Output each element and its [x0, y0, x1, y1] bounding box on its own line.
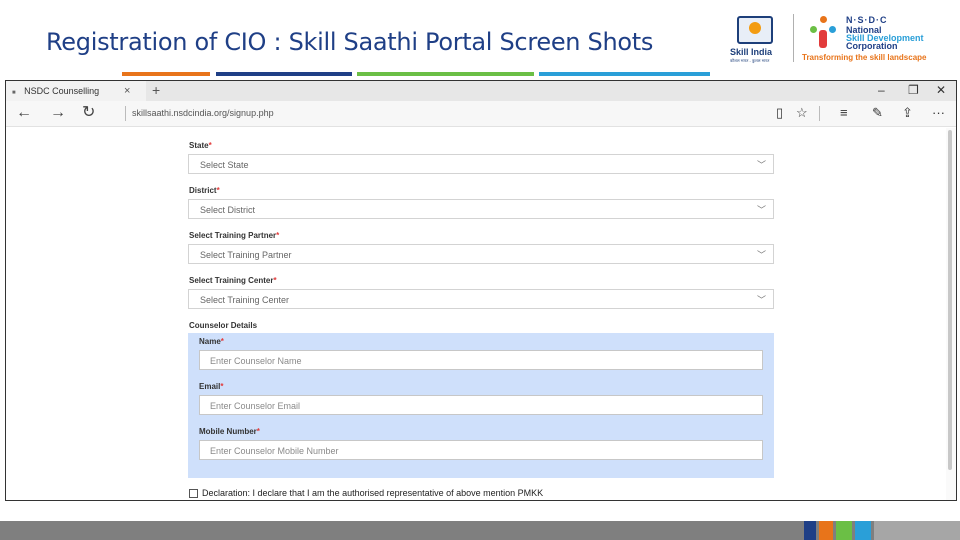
footer-square-blue: [855, 521, 871, 540]
state-label-text: State: [189, 141, 209, 150]
counselor-name-placeholder: Enter Counselor Name: [210, 356, 302, 366]
back-arrow-icon[interactable]: ←: [16, 104, 32, 122]
district-select-value: Select District: [200, 205, 256, 215]
chevron-down-icon: ﹀: [757, 205, 767, 215]
state-label: State*: [189, 141, 212, 150]
nsdc-brand: N·S·D·C: [846, 15, 888, 25]
state-select[interactable]: Select State ﹀: [188, 154, 774, 174]
slide-title: Registration of CIO : Skill Saathi Porta…: [46, 28, 654, 56]
browser-tab[interactable]: ■ NSDC Counselling ×: [6, 81, 146, 101]
footer-square-green: [836, 521, 852, 540]
email-label-text: Email: [199, 382, 221, 391]
new-tab-icon[interactable]: +: [152, 82, 160, 98]
district-label: District*: [189, 186, 220, 195]
email-label: Email*: [199, 382, 223, 391]
required-mark: *: [220, 337, 224, 346]
mobile-label: Mobile Number*: [199, 427, 260, 436]
chevron-down-icon: ﹀: [757, 160, 767, 170]
maximize-icon[interactable]: ❐: [908, 83, 919, 97]
reading-view-icon[interactable]: ▯: [776, 105, 783, 121]
footer-square-orange: [819, 521, 833, 540]
skill-india-logo: Skill India कौशल भारत - कुशल भारत: [728, 14, 786, 64]
skill-india-name: Skill India: [730, 47, 773, 57]
scrollbar-thumb[interactable]: [948, 130, 952, 470]
skill-india-tagline: कौशल भारत - कुशल भारत: [730, 58, 770, 63]
signup-page: State* Select State ﹀ District* Select D…: [6, 128, 956, 500]
accent-bar-blue: [539, 72, 710, 76]
accent-bar-green: [357, 72, 534, 76]
name-label: Name*: [199, 337, 224, 346]
declaration-checkbox[interactable]: [189, 489, 198, 498]
counselor-email-input[interactable]: Enter Counselor Email: [199, 395, 763, 415]
address-bar[interactable]: skillsaathi.nsdcindia.org/signup.php: [132, 108, 274, 118]
title-accent-bars: [0, 72, 960, 76]
district-label-text: District: [189, 186, 217, 195]
forward-arrow-icon[interactable]: →: [50, 104, 66, 122]
address-separator: [125, 106, 126, 121]
tab-close-icon[interactable]: ×: [124, 81, 130, 101]
required-mark: *: [276, 231, 280, 240]
tab-strip: ■ NSDC Counselling × + – ❐ ✕: [6, 81, 956, 101]
share-icon[interactable]: ⇪: [902, 105, 913, 121]
counselor-details-heading: Counselor Details: [189, 321, 258, 330]
footer-band: [0, 521, 960, 540]
training-partner-label-text: Select Training Partner: [189, 231, 277, 240]
footer-square-navy: [804, 521, 816, 540]
counselor-mobile-input[interactable]: Enter Counselor Mobile Number: [199, 440, 763, 460]
counselor-mobile-placeholder: Enter Counselor Mobile Number: [210, 446, 339, 456]
web-note-icon[interactable]: ✎: [872, 105, 883, 121]
navigation-bar: ← → ↻ skillsaathi.nsdcindia.org/signup.p…: [6, 101, 956, 127]
hub-icon[interactable]: ≡: [840, 105, 848, 121]
nsdc-tagline: Transforming the skill landscape: [802, 53, 927, 62]
required-mark: *: [256, 427, 260, 436]
training-partner-select[interactable]: Select Training Partner ﹀: [188, 244, 774, 264]
star-icon[interactable]: ☆: [796, 105, 808, 121]
tab-label: NSDC Counselling: [24, 86, 100, 96]
mobile-label-text: Mobile Number: [199, 427, 257, 436]
logo-divider: [793, 14, 794, 62]
minimize-icon[interactable]: –: [878, 83, 885, 97]
name-label-text: Name: [199, 337, 221, 346]
skill-india-icon: [737, 16, 773, 44]
counselor-name-input[interactable]: Enter Counselor Name: [199, 350, 763, 370]
nsdc-logo: N·S·D·C National Skill Development Corpo…: [800, 12, 940, 66]
accent-bar-navy: [216, 72, 352, 76]
training-center-label: Select Training Center*: [189, 276, 277, 285]
counselor-details-panel: Name* Enter Counselor Name Email* Enter …: [188, 333, 774, 478]
required-mark: *: [208, 141, 212, 150]
declaration-text: Declaration: I declare that I am the aut…: [202, 488, 544, 498]
toolbar-separator: [819, 106, 820, 121]
close-window-icon[interactable]: ✕: [936, 83, 946, 97]
more-icon[interactable]: ···: [932, 105, 945, 121]
chevron-down-icon: ﹀: [757, 295, 767, 305]
training-center-select-value: Select Training Center: [200, 295, 290, 305]
browser-window: ■ NSDC Counselling × + – ❐ ✕ ← → ↻ skill…: [5, 80, 957, 501]
required-mark: *: [220, 382, 224, 391]
training-center-label-text: Select Training Center: [189, 276, 274, 285]
footer-square-grey: [874, 521, 960, 540]
state-select-value: Select State: [200, 160, 249, 170]
chevron-down-icon: ﹀: [757, 250, 767, 260]
required-mark: *: [273, 276, 277, 285]
tab-favicon-icon: ■: [12, 90, 16, 96]
nsdc-figure-icon: [808, 16, 838, 50]
training-center-select[interactable]: Select Training Center ﹀: [188, 289, 774, 309]
district-select[interactable]: Select District ﹀: [188, 199, 774, 219]
nsdc-line-corporation: Corporation: [846, 41, 898, 51]
accent-bar-orange: [122, 72, 210, 76]
training-partner-label: Select Training Partner*: [189, 231, 279, 240]
training-partner-select-value: Select Training Partner: [200, 250, 292, 260]
refresh-icon[interactable]: ↻: [82, 104, 95, 122]
required-mark: *: [216, 186, 220, 195]
counselor-email-placeholder: Enter Counselor Email: [210, 401, 301, 411]
